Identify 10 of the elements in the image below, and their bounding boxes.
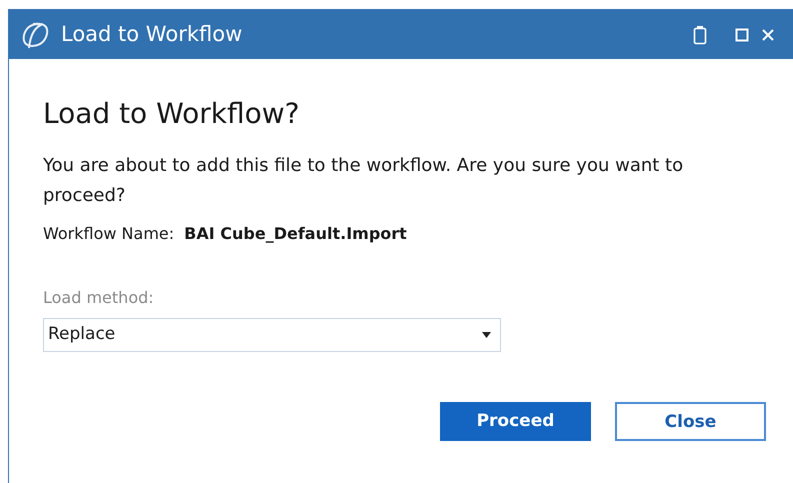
- workflow-name-value: BAI Cube_Default.Import: [184, 222, 407, 245]
- dialog-heading: Load to Workflow?: [43, 97, 301, 131]
- load-method-dropdown[interactable]: Replace: [43, 318, 501, 352]
- load-method-label: Load method:: [43, 286, 155, 309]
- caret-icon: [482, 332, 491, 338]
- close-button[interactable]: Close: [615, 402, 766, 441]
- window-title: Load to Workflow: [61, 20, 242, 48]
- confirmation-message: You are about to add this file to the workflow. Are you sure you want to proceed?: [43, 154, 684, 208]
- workflow-name-label: Workflow Name:: [43, 222, 174, 245]
- proceed-button[interactable]: Proceed: [440, 402, 591, 441]
